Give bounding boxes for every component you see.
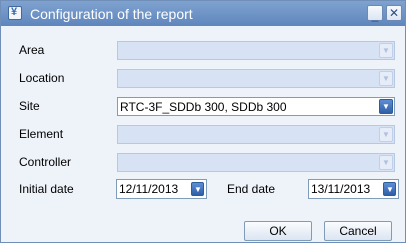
- site-combo[interactable]: RTC-3F_SDDb 300, SDDb 300 ▼: [117, 97, 395, 116]
- minimize-icon: _: [371, 8, 379, 22]
- area-label: Area: [19, 43, 45, 57]
- cancel-button[interactable]: Cancel: [324, 221, 392, 241]
- chevron-down-icon: ▼: [382, 130, 390, 139]
- initial-date-dropdown-button[interactable]: ▼: [191, 182, 204, 196]
- close-button[interactable]: ✕: [386, 5, 402, 21]
- controller-combo: ▼: [117, 153, 395, 172]
- chevron-down-icon: ▼: [382, 74, 390, 83]
- dialog-body: Area ▼ Location ▼ Site RTC-3F_SDDb 300, …: [1, 26, 405, 242]
- chevron-down-icon: ▼: [382, 158, 390, 167]
- initial-date-picker[interactable]: 12/11/2013 ▼: [116, 179, 207, 199]
- end-date-picker[interactable]: 13/11/2013 ▼: [308, 179, 399, 199]
- location-dropdown-button: ▼: [379, 71, 393, 86]
- area-dropdown-button: ▼: [379, 43, 393, 58]
- chevron-down-icon: ▼: [386, 185, 394, 194]
- site-dropdown-button[interactable]: ▼: [379, 99, 393, 114]
- minimize-button[interactable]: _: [367, 5, 383, 22]
- initial-date-value: 12/11/2013: [119, 182, 179, 196]
- controller-label: Controller: [19, 155, 72, 169]
- report-config-dialog: ¥ Configuration of the report _ ✕ Area ▼…: [0, 0, 406, 243]
- report-icon-glyph: ¥: [11, 6, 18, 18]
- chevron-down-icon: ▼: [194, 185, 202, 194]
- end-date-dropdown-button[interactable]: ▼: [383, 182, 396, 196]
- chevron-down-icon: ▼: [382, 102, 390, 111]
- window-title: Configuration of the report: [30, 6, 193, 22]
- close-icon: ✕: [388, 6, 400, 20]
- report-icon: ¥: [8, 6, 22, 20]
- element-label: Element: [19, 127, 64, 141]
- end-date-label: End date: [227, 182, 276, 196]
- initial-date-label: Initial date: [19, 182, 74, 196]
- area-combo: ▼: [117, 41, 395, 60]
- location-combo: ▼: [117, 69, 395, 88]
- location-label: Location: [19, 71, 65, 85]
- element-dropdown-button: ▼: [379, 127, 393, 142]
- controller-dropdown-button: ▼: [379, 155, 393, 170]
- end-date-value: 13/11/2013: [311, 182, 371, 196]
- site-label: Site: [19, 99, 40, 113]
- chevron-down-icon: ▼: [382, 46, 390, 55]
- site-value: RTC-3F_SDDb 300, SDDb 300: [120, 100, 287, 114]
- ok-button[interactable]: OK: [244, 221, 312, 241]
- title-bar[interactable]: ¥ Configuration of the report _ ✕: [1, 1, 405, 26]
- element-combo: ▼: [117, 125, 395, 144]
